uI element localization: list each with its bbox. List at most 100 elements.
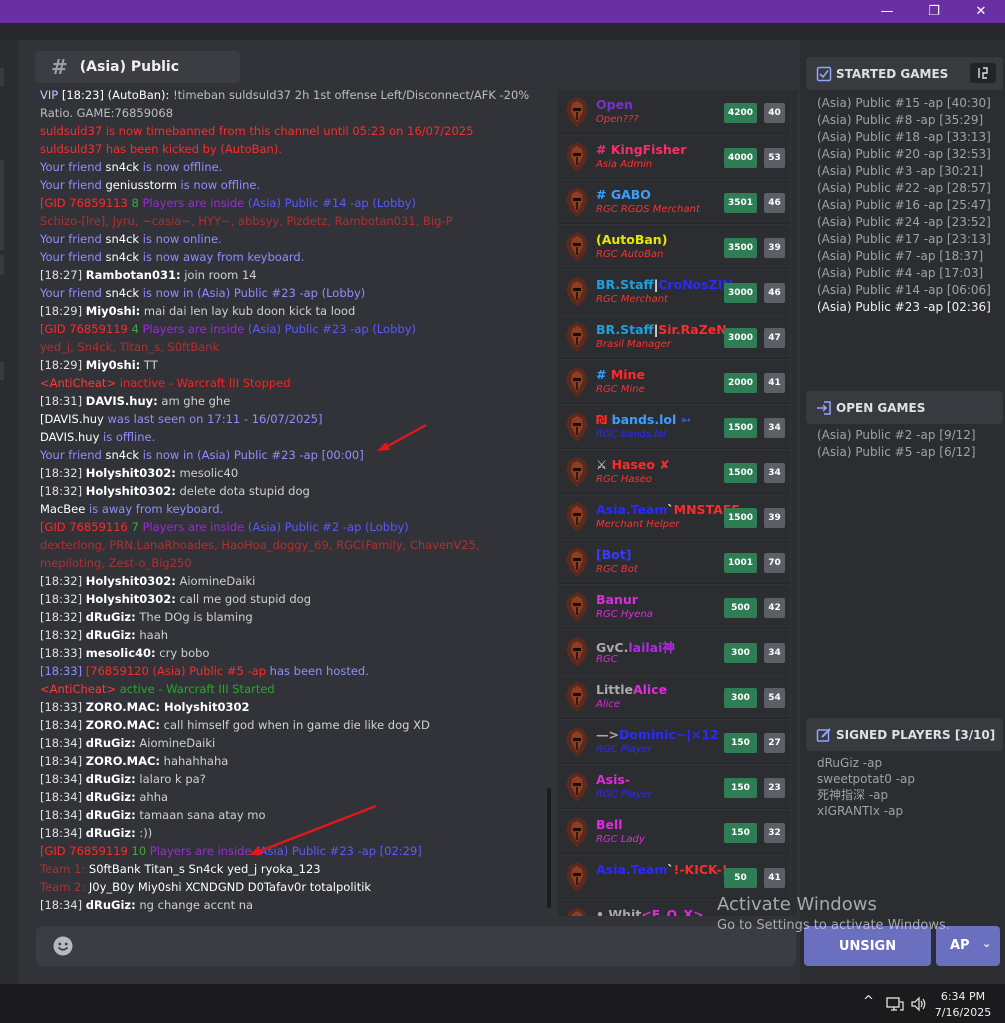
message-segment: [18:32] [40,574,86,588]
game-list-item[interactable]: (Asia) Public #14 -ap [06:06] [817,282,991,299]
player-score-badge: 2000 [724,373,757,393]
game-list-item[interactable]: (Asia) Public #20 -ap [32:53] [817,146,991,163]
chat-message: suldsuld37 has been kicked by (AutoBan). [36,140,548,158]
chat-message: [GID 76859119 4 Players are inside (Asia… [36,320,548,338]
game-list-item[interactable]: dRuGiz -ap [817,755,915,771]
player-avatar-icon [564,906,590,916]
left-sidebar-edge [0,40,18,984]
player-row[interactable]: —>Dominic~|×12 RGC Player 150 27 [558,720,790,764]
player-row[interactable]: Banur RGC Hyena 500 42 [558,585,790,629]
sidebar-marker [0,362,4,380]
player-row[interactable]: ₪ bands.lol ➳ RGC bands.lol 1500 34 [558,405,790,449]
message-segment: 4 [127,322,143,336]
player-list-scrollbar[interactable] [791,90,797,916]
game-list-item[interactable]: (Asia) Public #22 -ap [28:57] [817,180,991,197]
player-row[interactable]: Asia.Team`MNSTAFF Merchant Helper 1500 39 [558,495,790,539]
game-list-item[interactable]: xIGRANTIx -ap [817,803,915,819]
player-level-badge: 46 [764,193,785,213]
chat-scroll-thumb[interactable] [547,788,551,908]
chat-message: Your friend sn4ck is now in (Asia) Publi… [36,446,548,464]
player-name: (AutoBan) [596,232,667,247]
signed-players-list: dRuGiz -ap sweetpotat0 -ap 死神指深 -ap xIGRANT… [817,755,915,819]
taskbar-clock[interactable]: 6:34 PM 7/16/2025 [928,989,998,1021]
player-row[interactable]: Open Open??? 4200 40 [558,90,790,134]
player-row[interactable]: [Bot] RGC Bot 1001 70 [558,540,790,584]
game-list-item[interactable]: (Asia) Public #5 -ap [6/12] [817,444,976,461]
player-row[interactable]: Asis- RGC Player 150 23 [558,765,790,809]
chat-log[interactable]: VIP [18:23] (AutoBan): !timeban suldsuld… [36,86,548,912]
message-segment: Your friend [40,160,106,174]
player-row[interactable]: # GABO RGC RGDS Merchant 3501 46 [558,180,790,224]
message-segment: (Asia) Public #23 -ap (Lobby) [247,322,416,336]
chat-message: [18:33] [76859120 (Asia) Public #5 -ap h… [36,662,548,680]
player-row[interactable]: # KingFisher Asia Admin 4000 53 [558,135,790,179]
player-title: Asia Admin [596,159,653,170]
chat-message: [18:27] Rambotan031: join room 14 [36,266,548,284]
player-title: Alice [596,699,621,710]
game-list-item[interactable]: (Asia) Public #7 -ap [18:37] [817,248,991,265]
game-list-item[interactable]: (Asia) Public #17 -ap [23:13] [817,231,991,248]
message-segment: Players are inside [142,196,248,210]
message-segment: (Asia) Public #2 -ap (Lobby) [247,520,409,534]
game-list-item[interactable]: (Asia) Public #15 -ap [40:30] [817,95,991,112]
volume-icon[interactable] [910,996,928,1012]
player-row[interactable]: Bell RGC Lady 150 32 [558,810,790,854]
chat-message: VIP [18:23] (AutoBan): !timeban suldsuld… [36,86,548,104]
player-name-segment: <F_O_X> [641,907,704,916]
game-list-item[interactable]: sweetpotat0 -ap [817,771,915,787]
message-segment: Your friend [40,448,106,462]
message-segment: call himself god when in game die like d… [160,718,430,732]
player-row[interactable]: Asia.Team`!-KICK-! 50 41 [558,855,790,899]
hash-icon: # [51,55,68,79]
player-row[interactable]: (AutoBan) RGC AutoBan 3500 39 [558,225,790,269]
message-segment: [GID 76859116 [40,520,128,534]
message-segment: [18:33] [40,664,86,678]
player-name-segment: Sir.RaZeN [658,322,727,337]
clock-time: 6:34 PM [940,990,986,1003]
restore-button[interactable]: ❐ [911,0,957,23]
emoji-icon[interactable] [53,936,73,956]
player-avatar-icon [564,501,590,533]
game-list-item[interactable]: (Asia) Public #16 -ap [25:47] [817,197,991,214]
close-button[interactable]: ✕ [958,0,1004,23]
player-title: RGC Haseo [596,474,652,485]
chat-message: [18:33] mesolic40: cry bobo [36,644,548,662]
current-game-item[interactable]: (Asia) Public #23 -ap [02:36] [817,299,991,316]
player-score-badge: 1001 [724,553,757,573]
message-segment: Holyshit0302: [85,592,176,606]
expand-icon[interactable] [970,63,996,83]
message-segment: inactive - Warcraft III Stopped [119,376,291,390]
player-name: # GABO [596,187,651,202]
message-segment: am ghe ghe [157,394,231,408]
game-list-item[interactable]: (Asia) Public #8 -ap [35:29] [817,112,991,129]
player-row[interactable]: # Mine RGC Mine 2000 41 [558,360,790,404]
player-row[interactable]: BR.Staff|Sir.RaZeN Brasil Manager 3000 47 [558,315,790,359]
message-segment: Team 2: [40,880,86,894]
game-list-item[interactable]: (Asia) Public #18 -ap [33:13] [817,129,991,146]
player-row[interactable]: LittleAlice Alice 300 54 [558,675,790,719]
chat-scrollbar[interactable] [546,90,552,912]
message-segment: ZORO.MAC: [85,700,161,714]
minimize-button[interactable]: — [864,0,910,23]
game-list-item[interactable]: (Asia) Public #4 -ap [17:03] [817,265,991,282]
game-list-item[interactable]: (Asia) Public #2 -ap [9/12] [817,427,976,444]
message-input[interactable] [36,926,796,966]
chat-message: <AntiCheat> inactive - Warcraft III Stop… [36,374,548,392]
message-segment: dRuGiz: [85,790,136,804]
player-row[interactable]: BR.Staff|CroNosZIN RGC Merchant 3000 46 [558,270,790,314]
player-row[interactable]: ⚔ Haseo ✘ RGC Haseo 1500 34 [558,450,790,494]
unsign-label: UNSIGN [838,938,897,954]
player-row[interactable]: GvC.lailai神 RGC 300 34 [558,630,790,674]
game-list-item[interactable]: (Asia) Public #24 -ap [23:52] [817,214,991,231]
game-list-item[interactable]: 死神指深 -ap [817,787,915,803]
chat-message: [18:34] ZORO.MAC: hahahhaha [36,752,548,770]
player-name: [Bot] [596,547,632,562]
player-level-badge: 32 [764,823,785,843]
tray-chevron-icon[interactable]: ^ [863,994,874,1009]
message-segment: Holyshit0302 [160,700,250,714]
network-icon[interactable] [886,996,904,1012]
message-segment: [76859120 [85,664,149,678]
message-segment: [18:27] [40,268,86,282]
player-list[interactable]: Open Open??? 4200 40 # KingFisher Asia Admin 4… [558,90,790,916]
game-list-item[interactable]: (Asia) Public #3 -ap [30:21] [817,163,991,180]
